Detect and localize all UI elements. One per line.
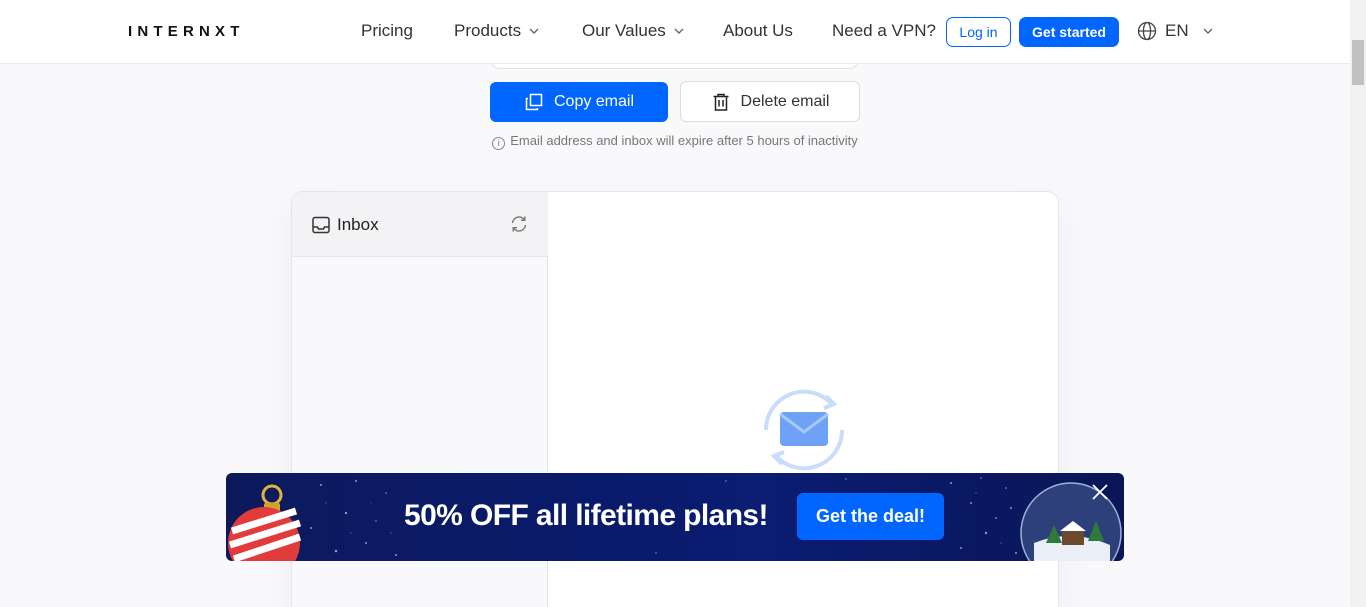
nav-pricing-label: Pricing <box>361 21 413 40</box>
copy-email-button[interactable]: Copy email <box>490 82 668 122</box>
delete-email-button[interactable]: Delete email <box>680 81 860 122</box>
nav-need-vpn[interactable]: Need a VPN? <box>832 21 936 41</box>
language-selector[interactable]: EN <box>1137 21 1213 41</box>
inbox-header: Inbox <box>292 192 548 257</box>
chevron-down-icon <box>529 28 539 34</box>
expiration-note: i Email address and inbox will expire aft… <box>0 133 1350 150</box>
internxt-logo[interactable]: INTERNXT <box>128 23 245 40</box>
nav-products[interactable]: Products <box>454 21 539 41</box>
close-icon[interactable] <box>1090 482 1110 502</box>
top-navbar: INTERNXT Pricing Products Our Values Abo… <box>0 0 1350 64</box>
login-button[interactable]: Log in <box>946 17 1011 47</box>
refresh-icon[interactable] <box>509 214 529 234</box>
nav-need-vpn-label: Need a VPN? <box>832 21 936 40</box>
inbox-tray-icon <box>312 216 330 234</box>
nav-pricing[interactable]: Pricing <box>361 21 413 41</box>
get-started-button[interactable]: Get started <box>1019 17 1119 47</box>
ornament-icon <box>228 484 302 561</box>
trash-icon <box>713 93 729 111</box>
chevron-down-icon <box>1203 28 1213 34</box>
inbox-title: Inbox <box>311 215 379 235</box>
page-scrollbar[interactable] <box>1350 0 1366 607</box>
nav-our-values-label: Our Values <box>582 21 666 40</box>
mail-sync-icon <box>763 389 845 471</box>
promo-banner: 50% OFF all lifetime plans! Get the deal… <box>226 473 1124 561</box>
expiration-note-text: Email address and inbox will expire afte… <box>510 133 858 148</box>
delete-email-label: Delete email <box>740 92 830 110</box>
nav-about-us-label: About Us <box>723 21 793 40</box>
nav-our-values[interactable]: Our Values <box>582 21 684 41</box>
nav-about-us[interactable]: About Us <box>723 21 793 41</box>
get-the-deal-button[interactable]: Get the deal! <box>797 493 944 540</box>
language-label: EN <box>1165 21 1189 40</box>
copy-email-label: Copy email <box>553 93 635 110</box>
globe-icon <box>1137 21 1157 41</box>
nav-products-label: Products <box>454 21 522 40</box>
promo-headline: 50% OFF all lifetime plans! <box>404 499 769 532</box>
info-icon: i <box>492 137 506 150</box>
inbox-title-label: Inbox <box>337 215 379 234</box>
scrollbar-thumb[interactable] <box>1352 40 1364 85</box>
copy-icon <box>525 93 543 111</box>
chevron-down-icon <box>674 28 684 34</box>
